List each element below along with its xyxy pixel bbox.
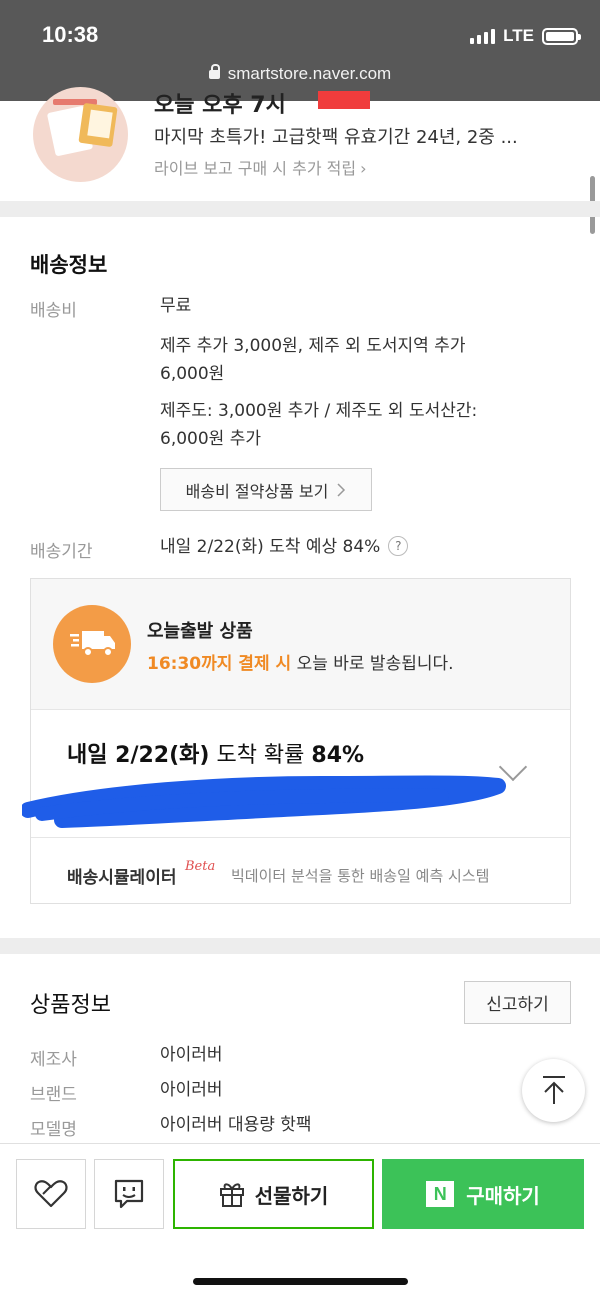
arrival-percent: 84% [311,743,365,768]
shipping-fee-label: 배송비 [30,301,77,321]
heart-icon [34,1180,68,1208]
model-label: 모델명 [30,1120,77,1140]
shipping-fee-note1-line2: 6,000원 [160,364,225,384]
live-title: 오늘 오후 7시 [154,93,286,118]
chat-icon [114,1179,144,1209]
manufacturer-value: 아이러버 [160,1045,223,1065]
card-divider [31,837,570,838]
shipping-saving-button[interactable]: 배송비 절약상품 보기 [160,468,372,511]
redaction-scribble [22,775,506,828]
live-description: 마지막 초특가! 고급핫팩 유효기간 24년, 2중 ... [154,127,518,148]
home-indicator[interactable] [193,1278,408,1285]
gift-icon [219,1183,244,1207]
live-thumbnail[interactable] [33,87,128,182]
model-value: 아이러버 대용량 핫팩 [160,1115,312,1135]
report-button[interactable]: 신고하기 [464,981,571,1024]
gift-label: 선물하기 [254,1183,329,1208]
live-badge [318,91,370,109]
brand-label: 브랜드 [30,1085,77,1105]
cutoff-rest: 오늘 바로 발송됩니다. [296,654,454,674]
section-divider [0,938,600,954]
delivery-period-label: 배송기간 [30,542,93,562]
network-label: LTE [503,26,534,45]
status-time: 10:38 [42,22,99,47]
talk-button[interactable] [94,1159,164,1229]
shipping-saving-label: 배송비 절약상품 보기 [185,481,329,501]
simulator-beta: Beta [185,859,216,874]
product-info-title: 상품정보 [30,993,111,1018]
live-subtext[interactable]: 라이브 보고 구매 시 추가 적립 › [154,155,366,179]
wishlist-button[interactable] [16,1159,86,1229]
brand-value: 아이러버 [160,1080,223,1100]
simulator-name: 배송시뮬레이터 [67,868,177,888]
scroll-to-top-button[interactable] [522,1059,585,1122]
battery-icon [542,27,581,45]
shipping-fee-value: 무료 [160,296,192,316]
live-banner[interactable]: 오늘 오후 7시 마지막 초특가! 고급핫팩 유효기간 24년, 2중 ... … [0,87,600,201]
simulator-description: 빅데이터 분석을 통한 배송일 예측 시스템 [231,867,490,885]
gift-button[interactable]: 선물하기 [173,1159,374,1229]
lock-icon [208,64,220,79]
url-text: smartstore.naver.com [227,64,392,83]
help-icon[interactable]: ? [388,536,409,556]
signal-icon [470,28,496,44]
today-ship-cutoff: 16:30까지 결제 시 오늘 바로 발송됩니다. [147,649,454,674]
cutoff-highlight: 16:30까지 결제 시 [147,654,292,674]
chevron-right-icon: › [360,159,367,178]
delivery-period-value: 내일 2/22(화) 도착 예상 84% [160,537,381,557]
arrival-middle: 도착 확률 [216,743,305,768]
today-ship-title: 오늘출발 상품 [147,621,253,642]
arrival-probability[interactable]: 내일 2/22(화) 도착 확률 84% [67,737,364,769]
arrival-date: 내일 2/22(화) [67,743,210,768]
buy-label: 구매하기 [466,1183,540,1208]
shipping-fee-note1-line1: 제주 추가 3,000원, 제주 외 도서지역 추가 [160,336,466,356]
buy-button[interactable]: N 구매하기 [382,1159,584,1229]
manufacturer-label: 제조사 [30,1050,77,1070]
delivery-section-title: 배송정보 [30,253,108,277]
delivery-card: 오늘출발 상품 16:30까지 결제 시 오늘 바로 발송됩니다. 내일 2/2… [30,578,571,904]
naver-n-icon: N [426,1181,455,1207]
arrow-up-icon [543,1076,565,1104]
shipping-fee-note2-line2: 6,000원 추가 [160,429,261,449]
chevron-right-icon [337,482,346,497]
url-bar[interactable]: smartstore.naver.com [0,64,600,84]
today-ship-panel: 오늘출발 상품 16:30까지 결제 시 오늘 바로 발송됩니다. [31,579,570,710]
bottom-action-bar: 선물하기 N 구매하기 [0,1143,600,1299]
live-subtext-label: 라이브 보고 구매 시 추가 적립 [154,159,357,178]
delivery-period-row: 내일 2/22(화) 도착 예상 84%? [160,533,409,561]
status-indicators: LTE [470,26,581,46]
shipping-fee-note2-line1: 제주도: 3,000원 추가 / 제주도 외 도서산간: [160,401,478,421]
status-bar: 10:38 LTE smartstore.naver.com [0,0,600,101]
section-divider [0,201,600,217]
truck-icon [53,605,131,683]
